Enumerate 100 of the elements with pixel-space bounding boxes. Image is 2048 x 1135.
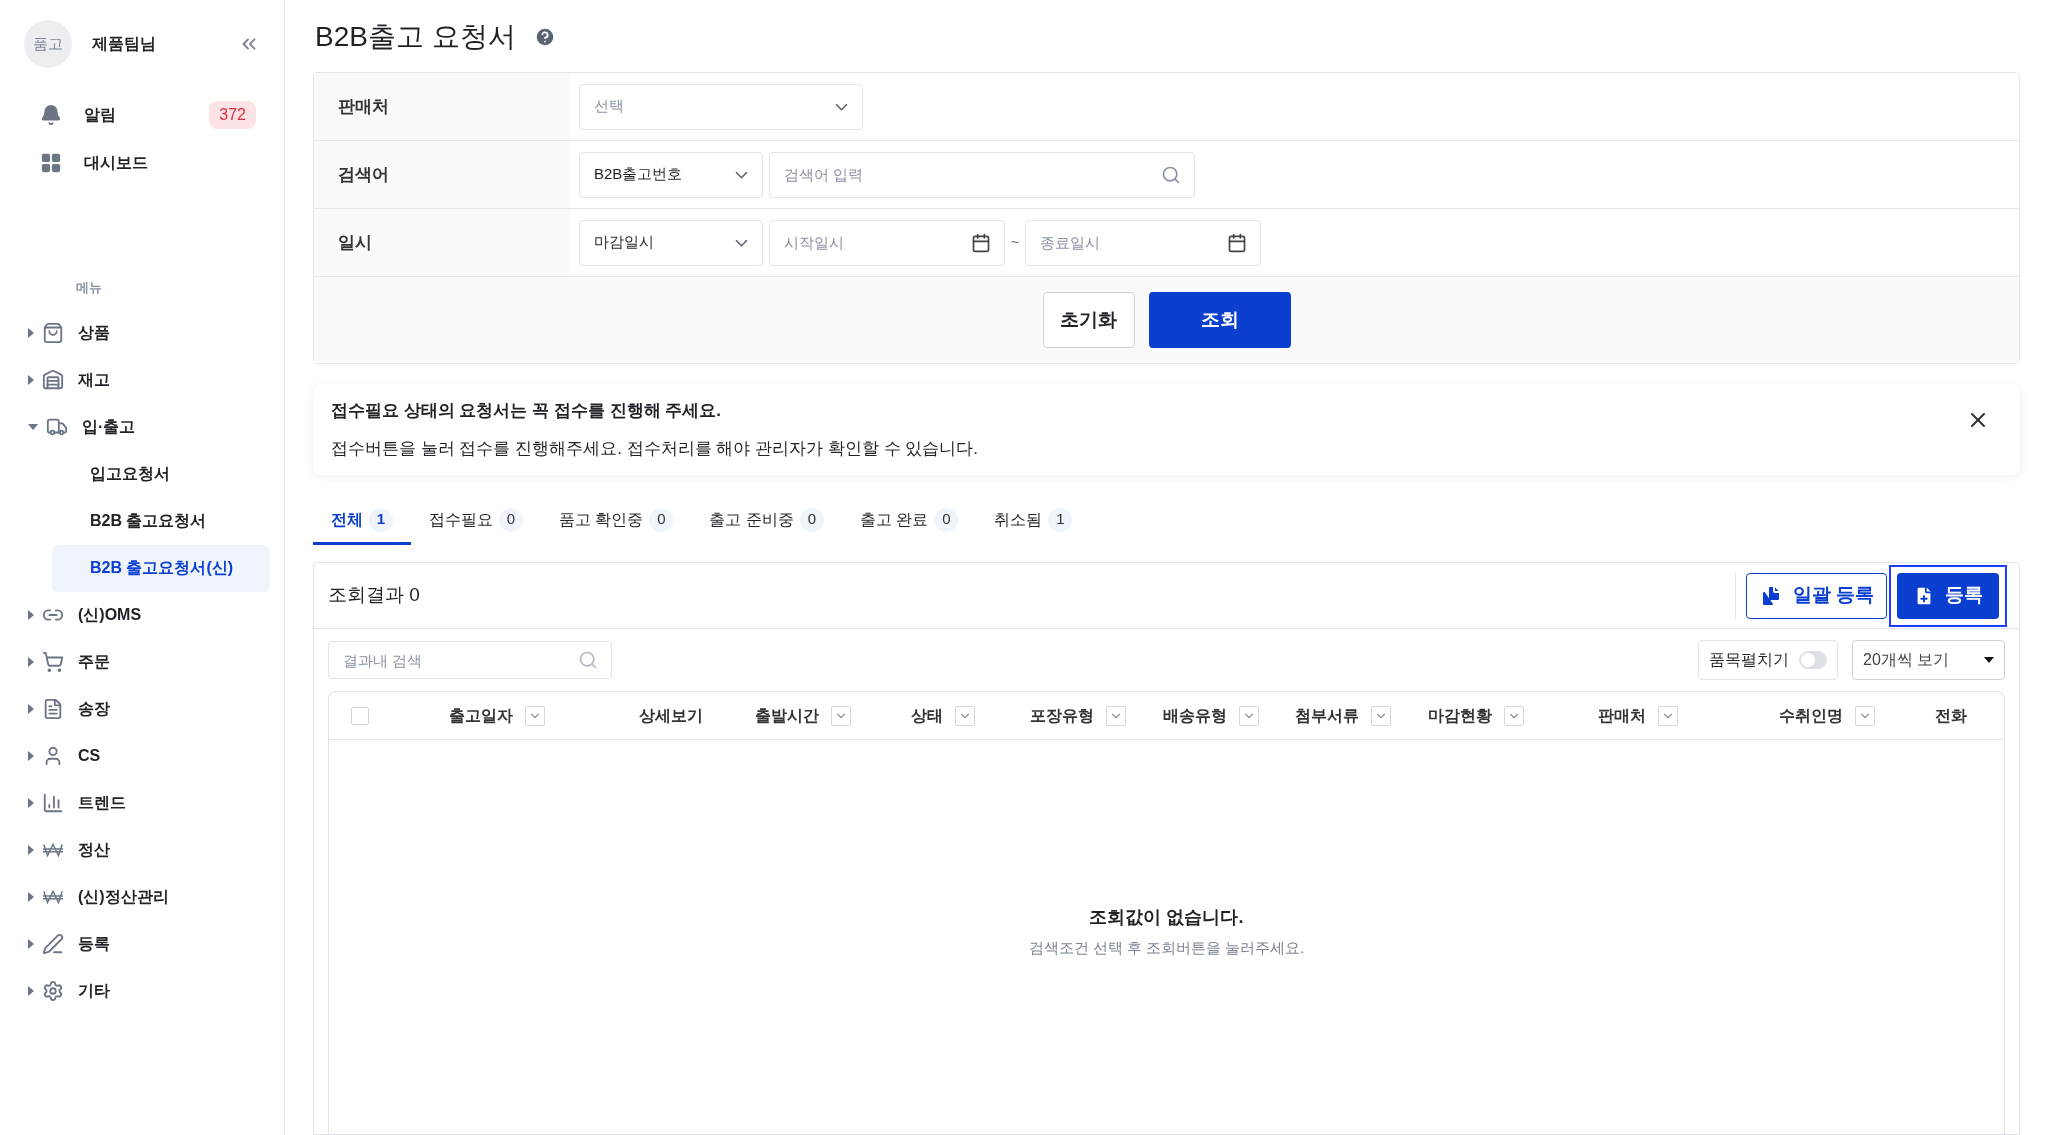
warehouse-icon [42,369,64,391]
caret-icon [28,610,34,620]
filter-dropdown-icon[interactable] [831,705,851,726]
column-header[interactable]: 판매처 [1534,703,1688,728]
help-icon[interactable] [533,26,556,48]
bell-icon [40,104,62,126]
column-header[interactable]: 마감현황 [1401,703,1534,728]
tab-count: 0 [649,507,674,532]
column-header[interactable]: 수취인명 [1688,703,1885,728]
submenu-item[interactable]: B2B 출고요청서 [52,497,270,545]
menu-item[interactable]: 상품 [0,309,284,357]
tab[interactable]: 접수필요 0 [411,497,541,545]
end-date-field[interactable]: 종료일시 [1025,219,1262,266]
submenu-item[interactable]: B2B 출고요청서(신) [52,544,270,592]
tab-label: 품고 확인중 [559,509,644,530]
column-header[interactable]: 상세보기 [555,703,713,728]
pen-icon [42,933,64,955]
caret-icon [1984,657,1994,663]
filter-dropdown-icon[interactable] [1239,705,1259,726]
caret-icon [28,939,34,949]
tab[interactable]: 품고 확인중 0 [541,497,692,545]
caret-icon [28,892,34,902]
user-name: 제품팀님 [92,34,156,54]
filter-dropdown-icon[interactable] [1106,705,1126,726]
truck-icon [46,416,68,438]
tab[interactable]: 전체 1 [313,497,411,545]
menu-item[interactable]: CS [0,732,284,780]
caret-icon [28,704,34,714]
chevron-down-icon [735,170,748,179]
page-size-select[interactable]: 20개씩 보기 [1852,640,2005,680]
result-search-field[interactable]: 결과내 검색 [328,641,612,679]
column-header[interactable]: 첨부서류 [1269,703,1401,728]
filter-label: 판매처 [314,73,571,140]
select-all-checkbox[interactable] [350,706,369,725]
type-select[interactable]: 마감일시 [579,219,763,266]
menu-item[interactable]: 등록 [0,920,284,968]
menu-item[interactable]: 재고 [0,356,284,404]
menu-item[interactable]: (신)정산관리 [0,873,284,921]
notice-title: 접수필요 상태의 요청서는 꼭 접수를 진행해 주세요. [331,400,723,422]
filter-dropdown-icon[interactable] [1658,705,1678,726]
menu-item[interactable]: 주문 [0,638,284,686]
caret-icon [28,845,34,855]
search-icon [578,650,598,670]
tab-label: 출고 완료 [859,509,929,530]
start-date-field[interactable]: 시작일시 [769,219,1005,266]
caret-icon [28,375,34,385]
bulk-register-button[interactable]: 일괄 등록 [1745,572,1887,619]
caret-icon [28,798,34,808]
tab-label: 접수필요 [429,509,493,530]
caret-icon [28,328,34,338]
menu-item[interactable]: 기타 [0,967,284,1015]
filter-dropdown-icon[interactable] [1371,705,1391,726]
menu-item[interactable]: 입·출고 [0,403,284,451]
expand-toggle-control[interactable]: 품목펼치기 [1698,640,1838,680]
column-header[interactable]: 상태 [861,703,985,728]
tab[interactable]: 취소됨 1 [976,497,1091,545]
calendar-icon [1227,232,1248,253]
submenu-item[interactable]: 입고요청서 [52,450,270,498]
menu-item[interactable]: 정산 [0,826,284,874]
menu-item[interactable]: (신)OMS [0,591,284,639]
tab-label: 출고 준비중 [709,509,794,530]
tab-count: 0 [799,507,824,532]
column-header[interactable]: 출고일자 [390,703,555,728]
page-title: B2B출고 요청서 [315,20,516,54]
range-separator: ~ [1011,233,1020,252]
filter-dropdown-icon[interactable] [1855,705,1875,726]
sidebar-item[interactable]: 알림 372 [28,96,256,134]
dashboard-icon [40,152,62,174]
caret-icon [28,657,34,667]
tab-count: 1 [369,507,393,532]
menu-item[interactable]: 트렌드 [0,779,284,827]
register-button[interactable]: 등록 [1897,572,1999,619]
sidebar-item[interactable]: 대시보드 [28,144,256,182]
toggle-switch[interactable] [1799,651,1827,669]
column-header[interactable]: 포장유형 [985,703,1136,728]
search-field[interactable]: 검색어 입력 [769,151,1195,198]
reset-button[interactable]: 초기화 [1042,292,1135,348]
tab-count: 1 [1048,507,1073,532]
column-header[interactable]: 전화 [1885,703,2004,728]
chart-icon [42,792,64,814]
search-button[interactable]: 조회 [1148,292,1291,348]
tab[interactable]: 출고 준비중 0 [691,497,842,545]
column-header[interactable]: 출발시간 [713,703,861,728]
filter-dropdown-icon[interactable] [1504,705,1524,726]
caret-icon [28,424,38,430]
cart-icon [42,651,64,673]
filter-dropdown-icon[interactable] [955,705,975,726]
calendar-icon [971,232,991,253]
result-count: 조회결과 0 [328,583,420,608]
filter-dropdown-icon[interactable] [525,705,545,726]
type-select[interactable]: B2B출고번호 [579,151,763,198]
filter-label: 일시 [314,209,571,276]
menu-item[interactable]: 송장 [0,685,284,733]
notice-text: 접수버튼을 눌러 접수를 진행해주세요. 접수처리를 해야 관리자가 확인할 수 있습니다. [331,437,978,460]
column-header[interactable]: 배송유형 [1136,703,1269,728]
tab-label: 취소됨 [994,509,1043,530]
settings-icon [42,980,64,1002]
search-icon [1161,164,1181,185]
caret-icon [28,986,34,996]
tab[interactable]: 출고 완료 0 [841,497,977,545]
